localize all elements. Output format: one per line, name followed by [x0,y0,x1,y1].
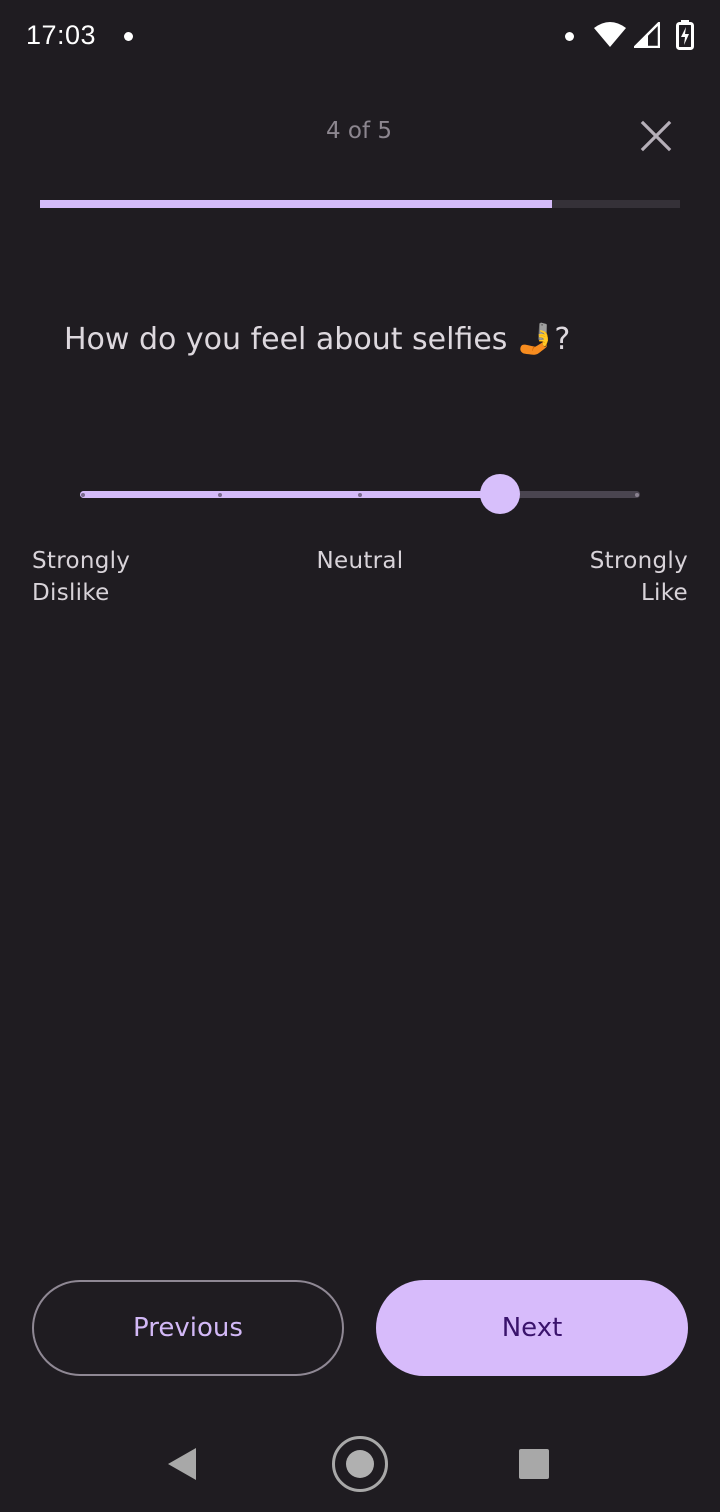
progress-bar [40,200,680,208]
rating-slider-thumb[interactable] [480,474,520,514]
slider-tick [635,493,639,497]
close-button[interactable] [634,114,678,158]
nav-home-icon[interactable] [332,1436,388,1492]
survey-screen: 17:03 4 of 5 How do you feel about selfi… [0,0,720,1512]
previous-button[interactable]: Previous [32,1280,344,1376]
nav-home-inner [346,1450,374,1478]
nav-recents-icon[interactable] [519,1449,549,1479]
slider-tick [358,493,362,497]
slider-tick [81,493,85,497]
cellular-signal-icon [634,22,660,48]
close-icon [640,120,672,152]
wifi-icon [594,22,626,47]
notification-dot-icon [124,32,133,41]
rating-slider-track[interactable] [80,491,640,498]
slider-tick [218,493,222,497]
question-text: How do you feel about selfies 🤳? [64,322,571,357]
status-time: 17:03 [26,20,97,50]
step-counter: 4 of 5 [325,118,393,144]
nav-back-icon[interactable] [166,1446,198,1482]
slider-label-strongly-dislike: Strongly Dislike [32,548,131,606]
previous-button-label: Previous [133,1313,243,1343]
rating-slider-active-track [80,491,500,498]
status-dot-icon [565,32,574,41]
battery-charging-icon [676,20,694,50]
next-button[interactable]: Next [376,1280,688,1376]
slider-label-strongly-like: Strongly Like [589,548,688,606]
next-button-label: Next [501,1313,563,1343]
slider-label-neutral: Neutral [316,548,404,574]
progress-fill [40,200,552,208]
